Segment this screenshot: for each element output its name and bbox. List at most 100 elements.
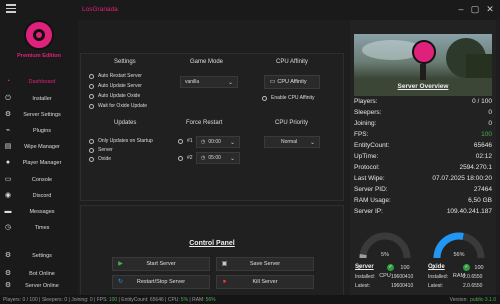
cpu-percent: 5%	[381, 252, 389, 258]
clock-icon: ◷	[201, 139, 206, 145]
status-fps: 100	[108, 296, 118, 303]
chevron-down-icon: ⌄	[309, 140, 315, 146]
cpu-priority-value: Normal	[281, 139, 298, 145]
status-players: Players: 0 / 100	[3, 296, 38, 303]
status-fps-label: FPS:	[96, 296, 108, 303]
bot-icon: ⚙	[4, 270, 12, 277]
stat-protocol: Protocol: 2594.270.1	[354, 164, 492, 171]
force-restart-2-toggle[interactable]: #2	[178, 155, 193, 161]
restart-stop-server-button[interactable]: ↻ Restart/Stop Server	[112, 275, 210, 289]
server-logo	[412, 40, 436, 64]
game-mode-value: vanilla	[185, 79, 200, 85]
save-server-button[interactable]: ▣ Save Server	[216, 257, 314, 271]
kill-server-button[interactable]: ⏹ Kill Server	[216, 275, 314, 289]
status-cpu-label: CPU:	[167, 296, 180, 303]
restart-icon: ↻	[117, 279, 124, 285]
sidebar-item-messages[interactable]: ▬ Messages	[0, 205, 78, 219]
sidebar-item-label: Server Settings	[23, 112, 61, 118]
sidebar-item-server-settings[interactable]: ⚙ Server Settings	[0, 108, 78, 122]
start-server-button[interactable]: ▶ Start Server	[112, 257, 210, 271]
plug-icon: ⌁	[5, 127, 11, 134]
main-panel: Settings Game Mode CPU Affinity Auto Res…	[80, 53, 344, 296]
server-status: ⚙ Server Online	[0, 279, 78, 293]
sidebar-item-label: Settings	[32, 253, 52, 259]
play-icon: ▶	[118, 261, 123, 267]
sidebar-item-installer[interactable]: ⏻ Installer	[0, 92, 78, 106]
discord-icon: ◉	[4, 192, 12, 199]
sidebar-item-times[interactable]: ◷ Times	[0, 221, 78, 235]
oxide-latest-label: Latest:	[428, 283, 444, 289]
oxide-version-heading: Oxide	[428, 264, 445, 270]
status-entity: EntityCount: 65646	[121, 296, 164, 303]
stat-ram-usage: RAM Usage: 6,50 GB	[354, 197, 492, 204]
sidebar-item-player-manager[interactable]: ● Player Manager	[0, 156, 78, 170]
cpu-priority-select[interactable]: Normal ⌄	[264, 136, 320, 148]
sidebar-item-dashboard[interactable]: ◔ Dashboard	[0, 75, 78, 89]
updates-oxide-option[interactable]: Oxide	[89, 156, 111, 162]
status-joining: Joining: 0	[71, 296, 93, 303]
terminal-icon: ▭	[4, 176, 12, 183]
force-restart-1-toggle[interactable]: #1	[178, 138, 193, 144]
minimize-button[interactable]: –	[455, 4, 467, 14]
chevron-down-icon: ⌄	[227, 80, 233, 86]
sidebar-item-settings[interactable]: ⚙ Settings	[0, 249, 78, 263]
stat-joining: Joining: 0	[354, 120, 492, 127]
sidebar: Premium Edition ◔ Dashboard ⏻ Installer …	[0, 20, 78, 295]
auto-update-oxide-option[interactable]: Auto Update Oxide	[89, 93, 140, 99]
sidebar-item-plugins[interactable]: ⌁ Plugins	[0, 124, 78, 138]
sidebar-item-console[interactable]: ▭ Console	[0, 173, 78, 187]
power-icon: ⏻	[5, 95, 11, 102]
settings-title: Settings	[114, 59, 136, 65]
sidebar-item-wipe-manager[interactable]: ▤ Wipe Manager	[0, 140, 78, 154]
check-icon: ✓	[463, 264, 470, 271]
close-button[interactable]: ✕	[484, 4, 496, 14]
edition-label: Premium Edition	[17, 53, 61, 59]
ram-percent: 56%	[453, 252, 465, 258]
cpu-affinity-button[interactable]: ▭ CPU Affinity	[264, 75, 320, 89]
only-updates-on-startup-option[interactable]: Only Updates on Startup	[89, 138, 153, 144]
control-panel-title: Control Panel	[189, 240, 235, 247]
check-icon: ✓	[387, 264, 394, 271]
chevron-down-icon: ⌄	[229, 156, 235, 162]
stat-last-wipe: Last Wipe: 07.07.2025 18:00:20	[354, 175, 492, 182]
ram-gauge	[433, 232, 485, 259]
hamburger-menu-icon[interactable]	[6, 4, 16, 14]
title-bar: LosGranada – ▢ ✕	[0, 0, 500, 20]
cpu-gauge	[359, 232, 411, 259]
server-installed-label: Installed:	[355, 274, 376, 280]
server-overview-panel: Server Overview Players: 0 / 100 Sleepers…	[350, 20, 496, 295]
status-ram-label: RAM:	[192, 296, 205, 303]
app-logo	[24, 20, 54, 50]
sidebar-item-label: Plugins	[32, 128, 52, 134]
oxide-latest-value: 2.0.6550	[463, 283, 483, 289]
cpu-priority-title: CPU Priority	[275, 120, 309, 126]
force-restart-title: Force Restart	[186, 120, 223, 126]
enable-cpu-affinity-option[interactable]: Enable CPU Affinity	[262, 95, 315, 101]
server-icon: ⚙	[4, 282, 12, 289]
wait-for-oxide-update-option[interactable]: Wait for Oxide Update	[89, 103, 147, 109]
sidebar-item-discord[interactable]: ◉ Discord	[0, 189, 78, 203]
force-restart-1-time[interactable]: ◷ 00:00 ⌄	[196, 136, 240, 148]
trash-icon: ▤	[4, 143, 12, 150]
maximize-button[interactable]: ▢	[469, 4, 481, 14]
sidebar-item-label: Dashboard	[28, 79, 56, 85]
cpu-max: 100	[400, 265, 410, 271]
server-latest-value: 19600410	[391, 283, 414, 289]
force-restart-2-time[interactable]: ◷ 05:00 ⌄	[196, 152, 240, 164]
sidebar-item-label: Player Manager	[22, 160, 62, 166]
auto-restart-server-option[interactable]: Auto Restart Server	[89, 73, 142, 79]
auto-update-server-option[interactable]: Auto Update Server	[89, 83, 142, 89]
clock-icon: ◷	[4, 224, 12, 231]
server-version-heading: Server	[355, 264, 374, 270]
game-mode-select[interactable]: vanilla ⌄	[180, 76, 238, 88]
gear-icon: ⚙	[4, 111, 12, 118]
stat-server-pid: Server PID: 27464	[354, 186, 492, 193]
stop-icon: ⏹	[222, 279, 226, 285]
stat-entity-count: EntityCount: 65646	[354, 142, 492, 149]
oxide-installed-value: 2.0.6550	[463, 274, 483, 280]
dashboard-icon: ◔	[5, 78, 11, 85]
stat-players: Players: 0 / 100	[354, 98, 492, 105]
server-latest-label: Latest:	[355, 283, 371, 289]
stat-fps: FPS: 100	[354, 131, 492, 138]
updates-server-option[interactable]: Server	[89, 147, 113, 153]
